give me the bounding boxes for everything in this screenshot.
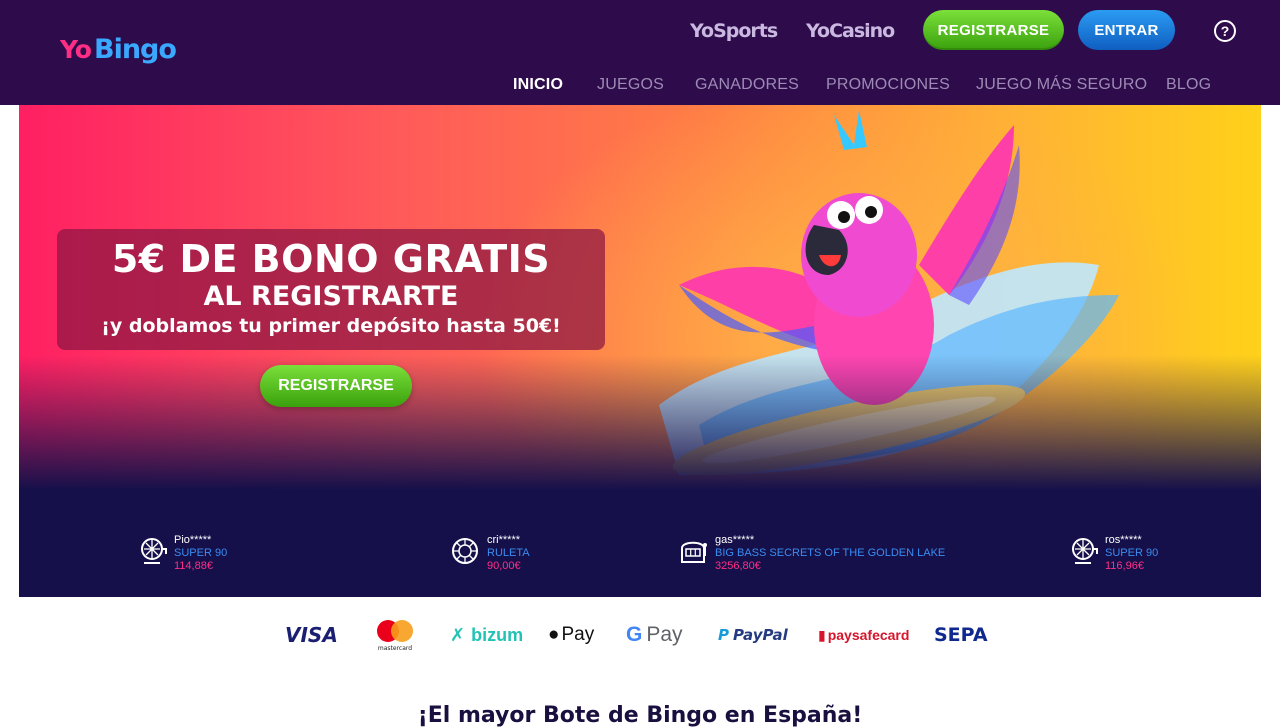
winner-amount: 114,88€ <box>174 560 213 572</box>
bizum-wordmark: bizum <box>471 624 524 645</box>
hero-banner: 5€ DE BONO GRATIS AL REGISTRARTE ¡y dobl… <box>19 105 1261 502</box>
googlepay-wordmark: Pay <box>646 623 683 646</box>
apple-icon: ● <box>548 624 560 645</box>
winner-game: SUPER 90 <box>1105 547 1159 559</box>
yosports-link[interactable]: YoSports <box>690 20 778 42</box>
winner-amount: 3256,80€ <box>715 560 761 572</box>
promo-box: 5€ DE BONO GRATIS AL REGISTRARTE ¡y dobl… <box>57 229 605 350</box>
applepay-wordmark: Pay <box>561 624 595 645</box>
winner-game: RULETA <box>487 547 530 559</box>
hero-register-button[interactable]: REGISTRARSE <box>260 365 412 407</box>
lock-icon: ▮ <box>818 626 826 643</box>
help-icon[interactable]: ? <box>1214 20 1236 42</box>
svg-text:Bingo: Bingo <box>94 34 176 65</box>
yobingo-logo-graphic: Yo Bingo <box>59 34 177 65</box>
winners-strip: Pio***** SUPER 90 114,88€ cri***** RULET… <box>19 502 1261 597</box>
sepa-logo: SEPA <box>934 624 988 646</box>
paysafecard-wordmark: paysafecard <box>827 627 910 643</box>
hero-bottom-fade <box>19 355 1261 502</box>
winner-name: gas***** <box>715 534 755 546</box>
jackpot-section-title: ¡El mayor Bote de Bingo en España! <box>417 703 863 728</box>
googlepay-logo: G Pay <box>626 620 683 650</box>
paypal-logo: P PayPal <box>718 620 788 650</box>
promo-headline: 5€ DE BONO GRATIS <box>111 237 551 281</box>
winner-name: cri***** <box>487 534 521 546</box>
winner-game: BIG BASS SECRETS OF THE GOLDEN LAKE <box>715 547 946 559</box>
paypal-wordmark: PayPal <box>733 626 788 644</box>
promo-description: ¡y doblamos tu primer depósito hasta 50€… <box>101 315 561 337</box>
login-button[interactable]: ENTRAR <box>1078 10 1175 50</box>
visa-logo: VISA <box>285 623 338 647</box>
winner-name: ros***** <box>1105 534 1142 546</box>
nav-item-inicio[interactable]: INICIO <box>513 76 563 96</box>
bizum-logo: ✗ bizum <box>450 620 523 650</box>
mastercard-logo: mastercard <box>373 620 417 652</box>
yocasino-link[interactable]: YoCasino <box>806 20 895 42</box>
google-g-icon: G <box>626 623 643 646</box>
svg-text:Yo: Yo <box>60 35 92 64</box>
nav-item-promociones[interactable]: PROMOCIONES <box>826 76 950 96</box>
mastercard-wordmark: mastercard <box>378 645 412 652</box>
paypal-p-icon: P <box>718 626 729 644</box>
nav-item-juegos[interactable]: JUEGOS <box>597 76 664 96</box>
bingo-cage-icon <box>1072 538 1098 564</box>
winner-name: Pio***** <box>174 534 212 546</box>
bizum-mark-icon: ✗ <box>450 624 466 645</box>
nav-item-blog[interactable]: BLOG <box>1166 76 1211 96</box>
register-button[interactable]: REGISTRARSE <box>923 10 1064 50</box>
site-header: Yo Bingo YoSports YoCasino REGISTRARSE E… <box>0 0 1280 105</box>
promo-subheadline: AL REGISTRARTE <box>203 281 459 312</box>
nav-item-juego-seguro[interactable]: JUEGO MÁS SEGURO <box>976 76 1147 96</box>
slot-machine-icon <box>681 541 707 563</box>
yobingo-logo[interactable]: Yo Bingo <box>59 24 190 80</box>
nav-item-ganadores[interactable]: GANADORES <box>695 76 799 96</box>
winner-amount: 90,00€ <box>487 560 521 572</box>
paysafecard-logo: ▮ paysafecard <box>818 620 909 650</box>
mastercard-circles-icon: mastercard <box>377 620 413 652</box>
applepay-logo: ● Pay <box>548 620 594 650</box>
bingo-cage-icon <box>141 538 167 564</box>
winner-game: SUPER 90 <box>174 547 228 559</box>
roulette-icon <box>452 538 478 564</box>
winner-amount: 116,96€ <box>1105 560 1144 572</box>
